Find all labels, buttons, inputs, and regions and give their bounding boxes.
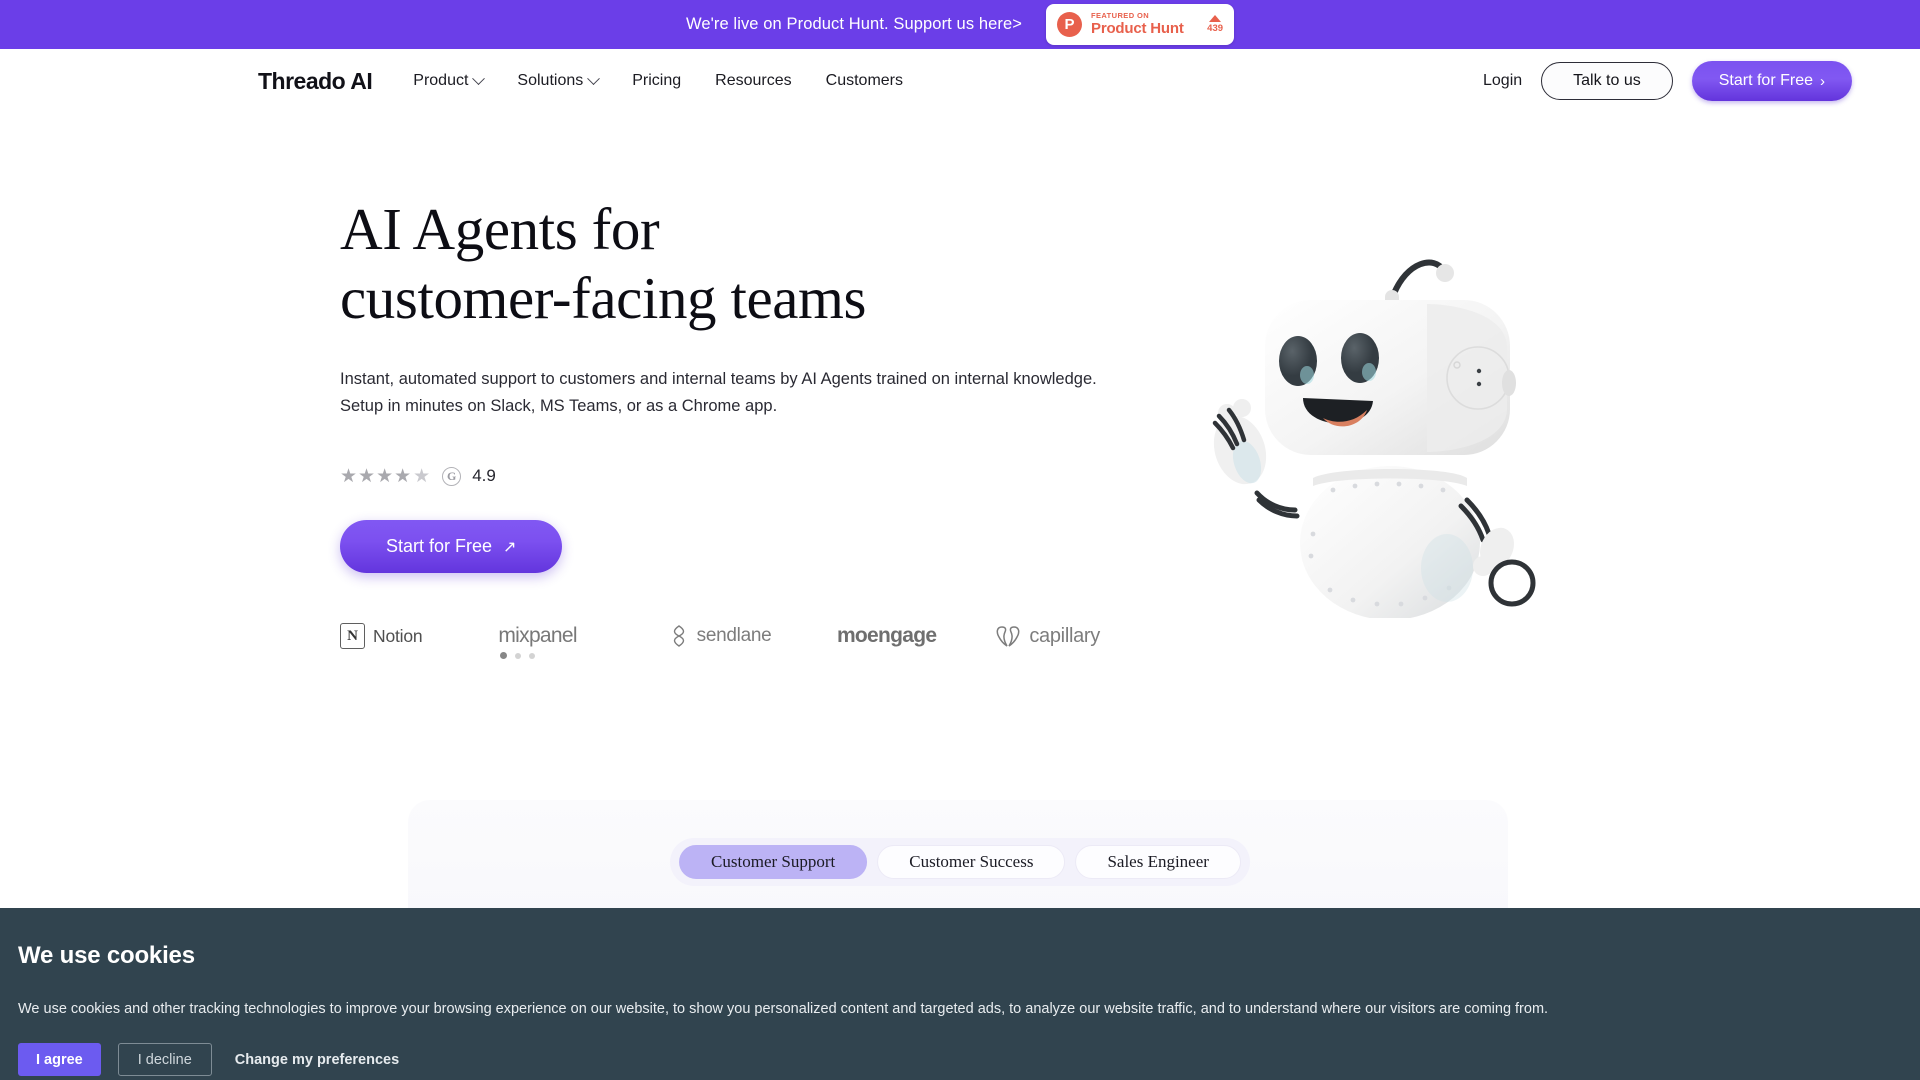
talk-to-us-button[interactable]: Talk to us [1541, 62, 1673, 100]
tab-sales-engineer[interactable]: Sales Engineer [1075, 845, 1241, 879]
arrow-up-right-icon: ↗ [503, 538, 517, 556]
announcement-text[interactable]: We're live on Product Hunt. Support us h… [686, 15, 1022, 34]
hero-start-for-free-label: Start for Free [386, 536, 493, 557]
hero-title-line-1: AI Agents for [340, 196, 660, 262]
carousel-dot[interactable] [500, 652, 508, 660]
hero-content: AI Agents for customer-facing teams Inst… [340, 195, 1100, 660]
cookie-consent-banner: We use cookies We use cookies and other … [0, 908, 1920, 1080]
cookie-agree-button[interactable]: I agree [18, 1043, 101, 1077]
logo-moengage: moengage [837, 624, 995, 648]
hero-cta-wrap: Start for Free ↗ [340, 520, 1100, 574]
carousel-dot[interactable] [515, 652, 522, 659]
sendlane-icon [673, 625, 684, 648]
upvote-count: 439 [1207, 23, 1224, 34]
notion-icon: N [340, 623, 365, 650]
nav-start-for-free-label: Start for Free [1718, 72, 1813, 89]
product-hunt-logo-letter: P [1064, 16, 1075, 33]
hero-subtitle: Instant, automated support to customers … [340, 370, 1097, 415]
cookie-actions: I agree I decline Change my preferences [12, 1043, 1880, 1077]
tab-customer-success[interactable]: Customer Success [877, 845, 1066, 879]
tab-customer-support[interactable]: Customer Support [679, 845, 868, 879]
login-link[interactable]: Login [1483, 72, 1522, 90]
logo-notion: N Notion [340, 623, 498, 650]
hero-start-for-free-button[interactable]: Start for Free ↗ [340, 520, 563, 574]
nav-item-solutions[interactable]: Solutions [504, 64, 611, 98]
nav-start-for-free-button[interactable]: Start for Free › [1691, 61, 1852, 101]
g2-icon: G [442, 466, 462, 486]
product-hunt-badge[interactable]: P FEATURED ON Product Hunt 439 [1046, 4, 1235, 45]
product-hunt-badge-text: FEATURED ON Product Hunt [1091, 11, 1198, 37]
site-logo[interactable]: Threado AI [258, 68, 373, 95]
cookie-description: We use cookies and other tracking techno… [18, 1001, 1549, 1017]
product-hunt-name: Product Hunt [1091, 20, 1184, 38]
customer-logos-row: N Notion mixpanel sendlane moengage capi… [340, 623, 1100, 660]
star-rating-icon: ★★★★ ★ [340, 467, 431, 486]
rating-value: 4.9 [472, 466, 496, 486]
nav-item-product[interactable]: Product [400, 64, 496, 98]
logo-capillary-label: capillary [1029, 624, 1100, 647]
featured-on-label: FEATURED ON [1091, 11, 1150, 21]
cookie-title: We use cookies [18, 942, 195, 969]
page-title: AI Agents for customer-facing teams [340, 195, 1100, 333]
carousel-dots[interactable] [500, 652, 536, 660]
carousel-dot[interactable] [529, 652, 536, 659]
nav-item-pricing[interactable]: Pricing [619, 64, 694, 98]
star-half: ★ [413, 465, 432, 487]
main-navbar: Threado AI Product Solutions Pricing Res… [0, 49, 1920, 113]
chevron-down-icon [472, 71, 486, 85]
nav-item-pricing-label: Pricing [632, 72, 682, 89]
chevron-down-icon [587, 71, 601, 85]
persona-tabs: Customer Support Customer Success Sales … [670, 838, 1250, 886]
logo-notion-label: Notion [373, 625, 423, 646]
cookie-preferences-button[interactable]: Change my preferences [229, 1052, 405, 1068]
announcement-banner[interactable]: We're live on Product Hunt. Support us h… [0, 0, 1920, 49]
robot-mascot-svg [1212, 259, 1536, 620]
logo-mixpanel-label: mixpanel [498, 624, 577, 648]
logo-capillary: capillary [995, 624, 1100, 648]
nav-item-product-label: Product [413, 72, 469, 89]
nav-item-resources[interactable]: Resources [702, 64, 804, 98]
cookie-decline-button[interactable]: I decline [117, 1043, 212, 1077]
stars-filled: ★★★★ [340, 465, 413, 487]
nav-item-resources-label: Resources [715, 72, 792, 89]
nav-item-customers[interactable]: Customers [813, 64, 916, 98]
logo-sendlane-label: sendlane [696, 625, 772, 647]
product-hunt-icon: P [1057, 12, 1083, 37]
rating-block: ★★★★ ★ G 4.9 [340, 466, 1100, 486]
logo-moengage-label: moengage [836, 624, 937, 648]
nav-links: Product Solutions Pricing Resources Cust… [400, 64, 916, 98]
nav-actions: Login Talk to us Start for Free › [1483, 61, 1852, 101]
logo-sendlane: sendlane [669, 625, 837, 648]
hero-title-line-2: customer-facing teams [340, 265, 867, 332]
robot-mascot-illustration [1185, 238, 1545, 620]
upvote-group[interactable]: 439 [1207, 15, 1223, 34]
hero-section: AI Agents for customer-facing teams Inst… [0, 113, 1920, 660]
logo-mixpanel: mixpanel [498, 624, 668, 660]
nav-item-solutions-label: Solutions [517, 72, 584, 89]
chevron-right-icon: › [1820, 72, 1825, 90]
upvote-caret-icon [1209, 15, 1222, 22]
nav-item-customers-label: Customers [825, 72, 903, 89]
capillary-icon [996, 626, 1020, 648]
